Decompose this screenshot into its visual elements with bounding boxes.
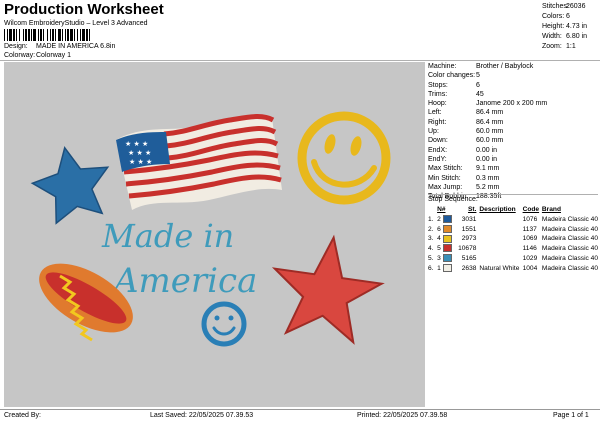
footer-created-by: Created By:	[4, 412, 41, 419]
stop-sequence-table: N# St. Description Code Brand 1. 2 3031 …	[428, 205, 598, 274]
prop-row: Up: 60.0 mm	[428, 128, 504, 136]
yellow-smiley-icon	[297, 111, 391, 205]
page-title: Production Worksheet	[4, 1, 164, 18]
prop-row: Right: 86.4 mm	[428, 118, 504, 126]
colorway-value: Colorway 1	[36, 52, 72, 59]
color-swatch	[442, 254, 452, 263]
prop-row: Left: 86.4 mm	[428, 109, 504, 117]
design-label: Design:	[4, 43, 28, 50]
design-text-line1: Made in	[101, 217, 234, 255]
us-flag-icon: ★ ★ ★ ★ ★ ★ ★ ★ ★	[116, 114, 282, 210]
blue-smiley-icon	[201, 301, 247, 347]
prop-row: Max Stitch: 9.1 mm	[428, 165, 500, 173]
prop-row: Hoop: Janome 200 x 200 mm	[428, 100, 548, 108]
sequence-title: Stop Sequence:	[428, 196, 478, 203]
color-swatch	[442, 234, 452, 243]
col-code: Code	[522, 206, 540, 213]
design-text-line2: America	[111, 261, 257, 301]
color-swatch	[442, 224, 452, 233]
stat-colors: Colors: 6	[542, 13, 570, 20]
stat-height: Height: 4.73 in	[542, 23, 588, 30]
col-description: Description	[479, 206, 516, 213]
svg-text:★ ★ ★: ★ ★ ★	[128, 149, 151, 157]
sequence-divider	[428, 194, 598, 195]
stats-panel: Stitches:26036 Colors: 6 Height: 4.73 in W…	[542, 2, 600, 52]
design-value: MADE IN AMERICA 6.8in	[36, 43, 116, 50]
svg-text:★ ★ ★: ★ ★ ★	[129, 158, 152, 166]
prop-row: EndY: 0.00 in	[428, 155, 498, 163]
footer-last-saved: Last Saved: 22/05/2025 07.39.53	[150, 412, 254, 419]
footer-divider	[0, 409, 600, 410]
table-row: 4. 5 10678 1146 Madeira Classic 40	[428, 244, 598, 253]
footer-printed: Printed: 22/05/2025 07.39.58	[357, 412, 448, 419]
table-row: 6. 1 2638 Natural White 1004 Madeira Cla…	[428, 264, 598, 273]
software-subtitle: Wilcom EmbroideryStudio – Level 3 Advanc…	[4, 20, 148, 27]
col-st: St.	[467, 206, 477, 213]
table-row: 5. 3 5165 1029 Madeira Classic 40	[428, 254, 598, 263]
footer-page-number: Page 1 of 1	[553, 412, 589, 419]
table-header-row: N# St. Description Code Brand	[428, 205, 598, 215]
svg-text:★ ★ ★: ★ ★ ★	[125, 140, 148, 148]
prop-row: Max Jump: 5.2 mm	[428, 183, 500, 191]
red-star-icon	[271, 234, 385, 345]
color-swatch	[442, 244, 452, 253]
prop-row: Down: 60.0 mm	[428, 137, 504, 145]
col-brand: Brand	[541, 206, 561, 213]
prop-row: EndX: 0.00 in	[428, 146, 498, 154]
design-preview: ★ ★ ★ ★ ★ ★ ★ ★ ★ Made in America	[4, 62, 425, 407]
prop-row: Stops: 6	[428, 81, 480, 89]
design-artwork: ★ ★ ★ ★ ★ ★ ★ ★ ★ Made in America	[30, 111, 391, 347]
stat-width: Width: 6.80 in	[542, 33, 588, 40]
prop-row: Machine: Brother / Babylock	[428, 63, 534, 70]
color-swatch	[442, 264, 452, 273]
blue-star-icon	[30, 146, 110, 225]
stat-zoom: Zoom: 1:1	[542, 43, 576, 50]
col-n: N#	[437, 206, 446, 213]
barcode	[4, 29, 90, 41]
header-divider	[0, 60, 600, 61]
machine-properties: Machine: Brother / Babylock Color changes…	[428, 62, 598, 201]
table-row: 1. 2 3031 1076 Madeira Classic 40	[428, 215, 598, 224]
prop-row: Min Stitch: 0.3 mm	[428, 174, 500, 182]
color-swatch	[442, 215, 452, 224]
prop-row: Trims: 45	[428, 90, 484, 98]
prop-row: Color changes:5	[428, 72, 480, 80]
table-row: 3. 4 2973 1069 Madeira Classic 40	[428, 234, 598, 243]
table-row: 2. 6 1551 1137 Madeira Classic 40	[428, 224, 598, 233]
stat-stitches: Stitches:26036	[542, 3, 586, 10]
colorway-label: Colorway:	[4, 52, 36, 59]
